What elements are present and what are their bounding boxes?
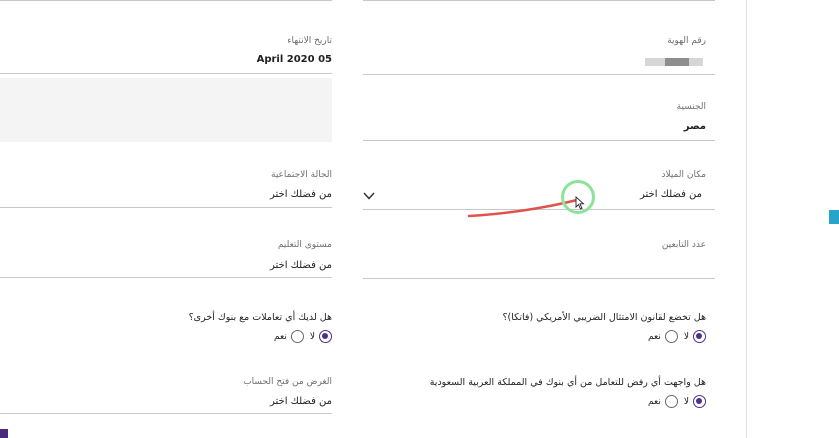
- id-number-redacted: [645, 58, 703, 66]
- bank-rejection-yes-label: نعم: [648, 396, 661, 407]
- bank-rejection-yes-radio[interactable]: [664, 395, 678, 408]
- expiry-value: April 2020 05: [256, 54, 332, 65]
- fatca-radio-group: لا نعم: [626, 330, 706, 343]
- other-banks-yes-radio[interactable]: [290, 330, 304, 343]
- other-banks-no-option[interactable]: لا: [310, 330, 332, 343]
- account-purpose-label: الغرض من فتح الحساب: [243, 377, 332, 387]
- fatca-yes-option[interactable]: نعم: [648, 330, 678, 343]
- other-banks-yes-option[interactable]: نعم: [274, 330, 304, 343]
- nationality-label: الجنسية: [676, 102, 706, 112]
- chevron-down-icon[interactable]: [363, 190, 375, 202]
- nationality-value[interactable]: مصر: [684, 121, 706, 132]
- bank-rejection-question: هل واجهت أي رفض للتعامل من أي بنوك في ال…: [429, 377, 706, 388]
- id-number-label: رقم الهوية: [667, 36, 706, 46]
- account-purpose-select[interactable]: من فضلك اختر: [270, 396, 332, 407]
- birthplace-select[interactable]: من فضلك اختر: [640, 189, 702, 200]
- fatca-no-option[interactable]: لا: [684, 330, 706, 343]
- dependents-input[interactable]: [363, 278, 715, 279]
- bank-rejection-no-radio[interactable]: [693, 395, 706, 408]
- other-banks-question: هل لديك أي تعاملات مع بنوك أخرى؟: [188, 312, 332, 323]
- education-select[interactable]: من فضلك اختر: [270, 260, 332, 271]
- marital-status-label: الحالة الاجتماعية: [271, 170, 332, 180]
- account-purpose-rule: [0, 413, 332, 414]
- expiry-label: تاريخ الانتهاء: [287, 36, 332, 46]
- marital-status-select[interactable]: من فضلك اختر: [270, 189, 332, 200]
- birthplace-label: مكان الميلاد: [661, 170, 706, 180]
- purple-corner-button[interactable]: [0, 429, 8, 438]
- cursor-icon: [575, 196, 585, 210]
- bank-rejection-radio-group: لا نعم: [626, 395, 706, 408]
- nationality-rule: [363, 140, 715, 141]
- other-banks-no-label: لا: [309, 331, 315, 342]
- other-banks-radio-group: لا نعم: [252, 330, 332, 343]
- education-label: مستوى التعليم: [277, 240, 332, 250]
- other-banks-yes-label: نعم: [274, 331, 287, 342]
- marital-rule: [0, 207, 332, 208]
- dependents-label: عدد التابعين: [661, 240, 706, 250]
- bank-rejection-yes-option[interactable]: نعم: [648, 395, 678, 408]
- bank-rejection-no-option[interactable]: لا: [684, 395, 706, 408]
- id-number-rule: [363, 74, 715, 75]
- fatca-yes-label: نعم: [648, 331, 661, 342]
- education-rule: [0, 277, 332, 278]
- bank-rejection-no-label: لا: [683, 396, 689, 407]
- edge-tab[interactable]: [829, 210, 839, 224]
- top-rule-left: [0, 0, 332, 1]
- empty-field-band: [0, 78, 332, 142]
- other-banks-no-radio[interactable]: [319, 330, 332, 343]
- fatca-question: هل تخضع لقانون الامتثال الضريبي الأمريكي…: [502, 312, 706, 323]
- fatca-no-radio[interactable]: [693, 330, 706, 343]
- side-panel: [747, 0, 839, 438]
- expiry-rule: [0, 73, 332, 74]
- form-card: تاريخ الانتهاء April 2020 05 رقم الهوية …: [0, 0, 747, 438]
- fatca-yes-radio[interactable]: [664, 330, 678, 343]
- fatca-no-label: لا: [683, 331, 689, 342]
- top-rule-right: [363, 0, 715, 1]
